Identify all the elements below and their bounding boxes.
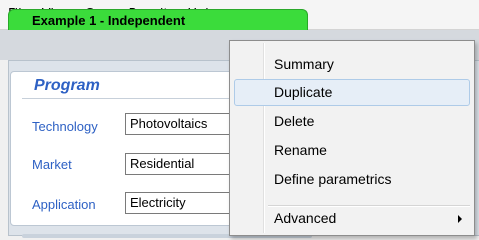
application-field[interactable]: Electricity xyxy=(125,192,237,214)
menu-item-advanced[interactable]: Advanced xyxy=(234,205,470,232)
technology-field[interactable]: Photovoltaics xyxy=(125,113,237,135)
program-title: Program xyxy=(34,77,100,94)
application-window: File View Case Results Help Example 1 - … xyxy=(0,0,479,240)
market-label: Market xyxy=(32,157,72,172)
menu-item-duplicate[interactable]: Duplicate xyxy=(234,79,470,106)
menu-item-advanced-label: Advanced xyxy=(274,210,337,226)
chevron-right-icon xyxy=(458,215,462,223)
application-label: Application xyxy=(32,197,96,212)
context-menu: Summary Duplicate Delete Rename Define p… xyxy=(229,40,475,236)
case-tab-label: Example 1 - Independent xyxy=(32,13,186,28)
menu-item-define-parametrics[interactable]: Define parametrics xyxy=(234,166,470,193)
market-field[interactable]: Residential xyxy=(125,153,237,175)
menu-item-delete[interactable]: Delete xyxy=(234,108,470,135)
menu-item-summary[interactable]: Summary xyxy=(234,51,470,78)
technology-label: Technology xyxy=(32,119,98,134)
menu-item-rename[interactable]: Rename xyxy=(234,137,470,164)
